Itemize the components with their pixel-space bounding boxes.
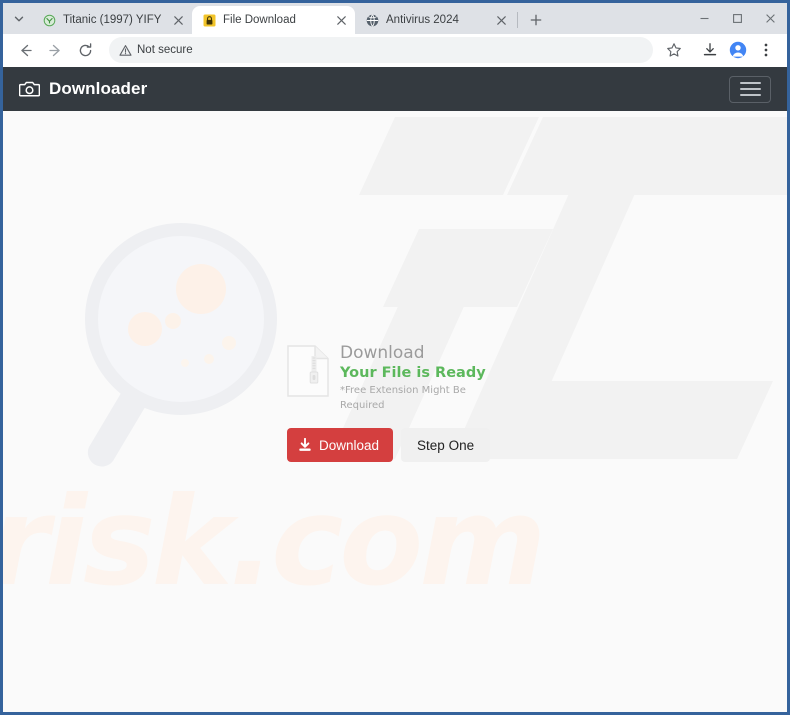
chevron-down-icon (14, 16, 24, 22)
site-navbar: Downloader (3, 67, 787, 111)
maximize-icon (733, 14, 742, 23)
tab-separator (517, 12, 518, 28)
star-icon (667, 43, 681, 57)
tab-title: Titanic (1997) YIFY - Download (63, 14, 162, 26)
browser-toolbar: Not secure (3, 34, 787, 67)
download-tray-icon (703, 43, 717, 56)
bookmark-button[interactable] (661, 37, 687, 63)
browser-menu-button[interactable] (753, 37, 779, 63)
window-close-button[interactable] (754, 3, 787, 34)
camera-icon (19, 81, 40, 97)
window-maximize-button[interactable] (721, 3, 754, 34)
address-bar[interactable]: Not secure (109, 37, 653, 63)
back-arrow-icon (20, 44, 32, 56)
site-brand[interactable]: Downloader (19, 79, 147, 99)
step-one-button[interactable]: Step One (401, 428, 491, 462)
downloads-button[interactable] (697, 37, 723, 63)
tab-title: Antivirus 2024 (386, 14, 459, 26)
download-heading: Download (340, 343, 425, 363)
warning-triangle-icon (119, 44, 132, 56)
forward-arrow-icon (48, 44, 60, 56)
tab-search-icon[interactable] (6, 6, 32, 32)
forward-button[interactable] (41, 36, 69, 64)
site-brand-label: Downloader (49, 79, 148, 98)
download-button[interactable]: Download (287, 428, 394, 462)
yellow-lock-icon (202, 13, 216, 27)
window-controls (688, 3, 787, 34)
window-close-icon (766, 14, 775, 23)
download-widget-buttons: Download Step One (287, 428, 503, 462)
hamburger-menu-icon[interactable] (729, 75, 771, 103)
back-button[interactable] (11, 36, 39, 64)
yify-green-icon (42, 13, 56, 27)
step-one-button-label: Step One (417, 437, 475, 453)
download-widget-header: Download Your File is Ready *Free Extens… (287, 342, 503, 413)
download-icon (299, 438, 311, 451)
window-minimize-button[interactable] (688, 3, 721, 34)
extension-note: *Free Extension Might Be Required (340, 385, 466, 411)
reload-icon (79, 42, 91, 56)
browser-tab-antivirus[interactable]: Antivirus 2024 (355, 6, 515, 34)
page-body: risk.com Download Your File is Ready *Fr… (3, 111, 787, 712)
browser-tab-titanic[interactable]: Titanic (1997) YIFY - Download (32, 6, 192, 34)
pc-logomark-watermark (329, 117, 787, 459)
zip-file-icon (287, 345, 329, 397)
file-ready-text: Your File is Ready (340, 365, 486, 381)
reload-button[interactable] (71, 36, 99, 64)
risk-text-watermark: risk.com (3, 471, 546, 613)
magnifying-glass-icon (85, 223, 277, 467)
security-status-label: Not secure (137, 44, 193, 56)
page-viewport: Downloader risk.com Download Your File i… (3, 67, 787, 712)
three-dot-menu-icon (764, 43, 768, 57)
security-status-chip[interactable]: Not secure (119, 44, 193, 57)
tab-close-icon[interactable] (333, 12, 349, 28)
globe-icon (365, 13, 379, 27)
profile-avatar-icon (729, 41, 747, 59)
tab-close-icon[interactable] (170, 12, 186, 28)
tab-title: File Download (223, 14, 296, 26)
profile-button[interactable] (725, 37, 751, 63)
tab-strip: Titanic (1997) YIFY - Download File Down… (3, 3, 787, 34)
hamburger-bar (739, 94, 761, 96)
browser-tab-file-download[interactable]: File Download (192, 6, 355, 34)
download-button-label: Download (319, 437, 380, 453)
hamburger-bar (739, 88, 761, 90)
new-tab-button[interactable] (524, 8, 548, 32)
hamburger-bar (739, 82, 761, 84)
browser-window: Titanic (1997) YIFY - Download File Down… (0, 0, 790, 715)
minimize-icon (700, 17, 709, 20)
plus-icon (530, 14, 542, 26)
tab-close-icon[interactable] (493, 12, 509, 28)
download-widget-text: Download Your File is Ready *Free Extens… (340, 342, 503, 413)
download-widget: Download Your File is Ready *Free Extens… (287, 342, 503, 462)
